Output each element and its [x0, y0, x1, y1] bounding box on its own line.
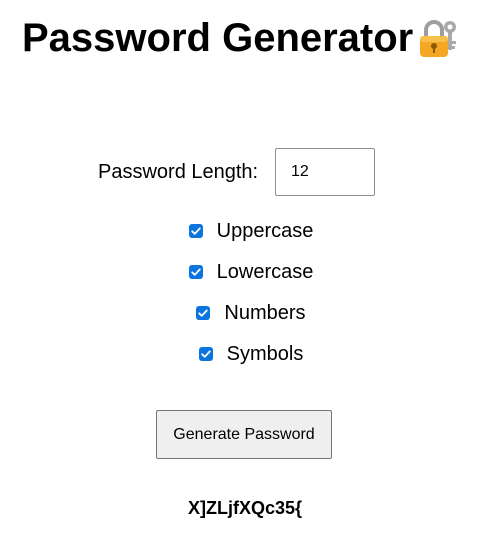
- password-length-row: Password Length:: [0, 148, 502, 198]
- password-generator-page: Password Generator Password Length: 12 U…: [0, 0, 502, 542]
- lowercase-label[interactable]: Lowercase: [217, 260, 314, 284]
- option-numbers: Numbers: [0, 299, 502, 327]
- lowercase-checkbox[interactable]: [188, 265, 203, 279]
- page-title: Password Generator: [22, 16, 414, 60]
- option-symbols: Symbols: [0, 340, 502, 368]
- generated-password: X]ZLjfXQc35{: [187, 498, 303, 518]
- password-length-label: Password Length:: [98, 161, 259, 183]
- numbers-label[interactable]: Numbers: [224, 301, 305, 325]
- option-uppercase: Uppercase: [0, 217, 502, 245]
- locked-with-key-icon: [417, 17, 459, 59]
- option-lowercase: Lowercase: [0, 258, 502, 286]
- option-lowercase-toggle[interactable]: Lowercase: [188, 260, 314, 284]
- uppercase-checkbox[interactable]: [188, 224, 203, 238]
- option-uppercase-toggle[interactable]: Uppercase: [188, 219, 314, 243]
- option-symbols-toggle[interactable]: Symbols: [198, 342, 304, 366]
- title-row: Password Generator: [22, 14, 459, 62]
- uppercase-label[interactable]: Uppercase: [217, 219, 314, 243]
- password-length-input[interactable]: [275, 148, 375, 196]
- symbols-checkbox[interactable]: [198, 347, 213, 361]
- option-numbers-toggle[interactable]: Numbers: [196, 301, 306, 325]
- symbols-label[interactable]: Symbols: [227, 342, 304, 366]
- numbers-checkbox[interactable]: [196, 306, 211, 320]
- generate-password-button[interactable]: Generate Password: [156, 410, 332, 459]
